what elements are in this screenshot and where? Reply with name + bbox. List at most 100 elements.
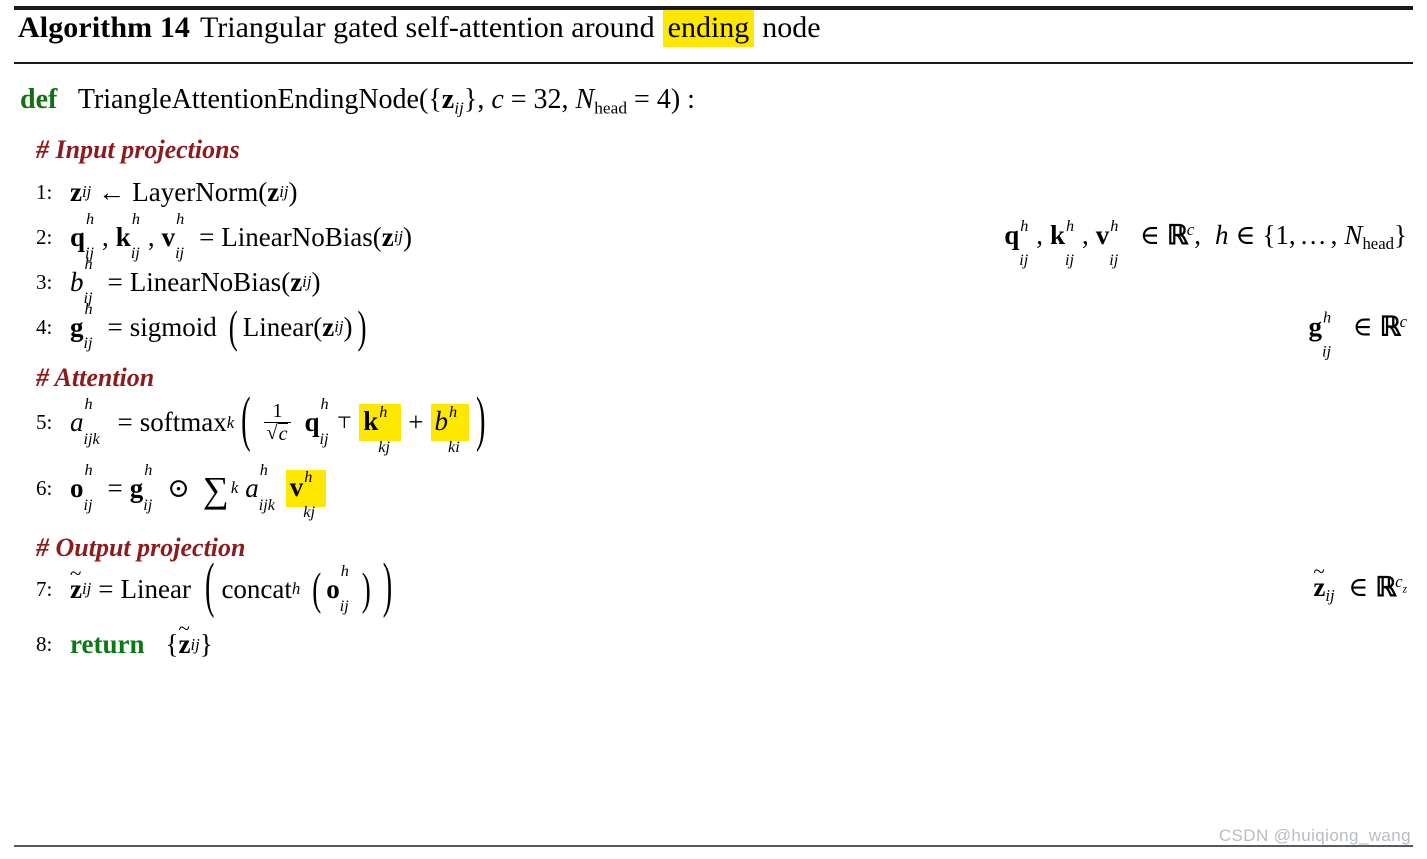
- algorithm-title-before: Triangular gated self-attention around: [200, 11, 655, 44]
- line5-highlight-b: b h ki: [430, 403, 470, 456]
- line5-b-sub: ki: [448, 437, 460, 456]
- line7-arg-var: o: [326, 573, 340, 604]
- line4-lhs-var: g: [70, 311, 84, 342]
- algorithm-line-4: 4: g h ij = sigmoid(Linear(z ij)) g h ij ∈ ℝc: [14, 299, 1413, 361]
- line-number-1: 1:: [36, 179, 53, 204]
- line5-q-var: q: [304, 407, 320, 438]
- line5-highlight-k: k h kj: [359, 403, 402, 456]
- line2-var-k-sub: ij: [130, 244, 140, 263]
- line5-open-paren: (: [241, 387, 251, 455]
- line2-assign-op: =: [199, 221, 215, 252]
- line2-rhs-h: h: [1214, 219, 1229, 250]
- line5-assign-op: =: [117, 407, 133, 438]
- line-number-2: 2:: [36, 224, 53, 249]
- line6-v-var: v: [289, 471, 304, 502]
- line6-a-sub: ijk: [258, 495, 275, 514]
- line7-rhs-set: ℝ: [1375, 571, 1396, 602]
- line7-rhs-sub: ij: [1325, 586, 1335, 606]
- line6-lhs-sub: ij: [83, 495, 93, 514]
- line2-rhs-n-sub: head: [1362, 234, 1395, 254]
- line2-function: LinearNoBias: [221, 221, 373, 252]
- line5-q-sub: ij: [319, 430, 329, 449]
- line2-arg-sub: ij: [393, 227, 404, 247]
- line6-g-var: g: [129, 472, 144, 503]
- line-number-4: 4:: [36, 314, 53, 339]
- param-c-name: c: [491, 84, 504, 115]
- def-keyword: def: [20, 84, 58, 115]
- algorithm-title: Algorithm 14 Triangular gated self-atten…: [14, 10, 1413, 62]
- line6-sum-symbol: ∑: [202, 470, 229, 511]
- line2-rhs-q: q: [1004, 219, 1020, 250]
- line2-var-q-sup: h: [86, 209, 95, 228]
- line-number-6: 6:: [36, 475, 53, 500]
- line3-lhs-var: b: [70, 266, 84, 297]
- line2-rhs-q-sup: h: [1020, 216, 1029, 235]
- line5-b-var: b: [434, 406, 449, 437]
- line-4-annotation: g h ij ∈ ℝc: [1308, 308, 1407, 361]
- line-number-5: 5:: [36, 410, 53, 435]
- line-5-content: a h ijk = softmax k ( 1 √ c q h ij ⊤ k h kj + bhk…: [70, 387, 492, 456]
- line7-rhs-in: ∈: [1348, 571, 1369, 602]
- line8-tilde-mark: ~: [178, 616, 190, 641]
- line6-v-sup: h: [304, 468, 313, 487]
- line-number-3: 3:: [36, 269, 53, 294]
- line2-rhs-in2: ∈: [1235, 219, 1256, 250]
- line-4-content: g h ij = sigmoid(Linear(z ij)): [70, 299, 367, 353]
- line7-lhs-tilde-z: ~ z: [70, 561, 82, 605]
- section-comment-output-projection: # Output projection: [36, 533, 246, 563]
- line6-g-sub: ij: [143, 495, 153, 514]
- line1-arg-sub: ij: [279, 182, 289, 202]
- line7-rhs-tilde-mark: ~: [1313, 558, 1325, 583]
- line2-rhs-v-sup: h: [1110, 216, 1119, 235]
- line2-var-k-sup: h: [131, 209, 140, 228]
- line5-function: softmax: [139, 407, 227, 438]
- section-comment-input-projections: # Input projections: [36, 134, 240, 164]
- line2-arg-var: z: [381, 221, 394, 252]
- algorithm-line-7: 7: ~ z ij = Linear ( concat h (o h ij) ) ~ zij…: [14, 554, 1413, 621]
- line6-v-sub: kj: [303, 503, 315, 522]
- algorithm-line-2: 2: q h ij, k h ij, v h ij = LinearNoBias(z ij) qh…: [14, 210, 1413, 270]
- line4-lhs-sub: ij: [83, 334, 93, 353]
- algorithm-body: def TriangleAttentionEndingNode({zij}, c =…: [14, 64, 1413, 660]
- algorithm-title-highlight: ending: [662, 10, 755, 47]
- algorithm-title-after: node: [762, 11, 821, 44]
- line7-inner-function-sub: h: [291, 579, 301, 599]
- line8-tilde-z: ~ z: [178, 616, 190, 660]
- sig-arg-tensor-sub: ij: [454, 98, 464, 118]
- line6-lhs-var: o: [70, 472, 84, 503]
- line4-arg-sub: ij: [334, 317, 344, 337]
- line7-close-paren: ): [382, 553, 393, 621]
- line7-rhs-tilde-z: ~ z: [1313, 559, 1325, 603]
- line5-lhs-sup: h: [84, 395, 93, 414]
- line1-assign-op: ←: [98, 176, 126, 207]
- function-name: TriangleAttentionEndingNode: [77, 84, 419, 115]
- line5-frac-den: √ c: [266, 422, 289, 446]
- line7-inner-open-paren: (: [312, 562, 322, 614]
- return-keyword: return: [70, 629, 145, 660]
- line5-transpose: ⊤: [336, 413, 353, 433]
- param-n-sub: head: [594, 98, 628, 118]
- line3-arg-sub: ij: [302, 272, 312, 292]
- line-number-8: 8:: [36, 632, 53, 657]
- line6-lhs-sup: h: [84, 460, 93, 479]
- line5-k-sub: kj: [378, 437, 390, 456]
- line3-function: LinearNoBias: [129, 266, 282, 297]
- line6-assign-op: =: [107, 472, 123, 503]
- line2-var-v-sub: ij: [175, 244, 185, 263]
- line-2-annotation: q h ij, k h ij, v h ij ∈ ℝc, h ∈ {1,…, Nhead}: [1004, 216, 1407, 270]
- line1-lhs-sub: ij: [81, 182, 92, 202]
- line6-hadamard-op: ⊙: [167, 472, 190, 503]
- param-c-value: 32: [533, 84, 562, 115]
- line6-a-var: a: [245, 472, 259, 503]
- line4-rhs-var: g: [1308, 311, 1323, 342]
- line5-frac-num: 1: [272, 399, 283, 422]
- line4-lhs-sup: h: [84, 299, 93, 318]
- line6-sum-sub: k: [230, 478, 239, 498]
- line8-ret-sub: ij: [190, 634, 200, 654]
- line5-plus-op: +: [408, 407, 424, 438]
- line3-assign-op: =: [107, 266, 123, 297]
- line-7-content: ~ z ij = Linear ( concat h (o h ij) ): [70, 554, 399, 621]
- line4-assign-op: =: [107, 311, 123, 342]
- line5-lhs-var: a: [70, 407, 84, 438]
- line7-arg-sup: h: [340, 561, 349, 580]
